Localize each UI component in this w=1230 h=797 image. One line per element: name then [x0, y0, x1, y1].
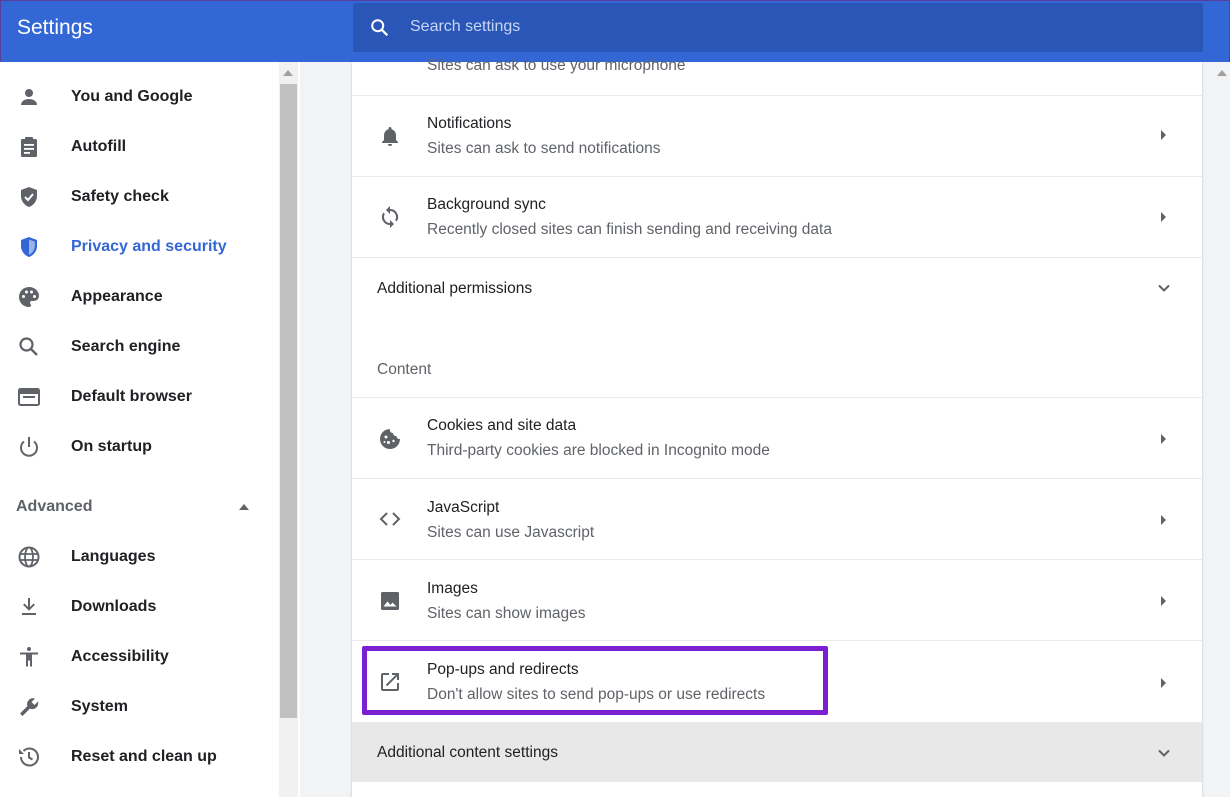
- sidebar-item-autofill[interactable]: Autofill: [0, 122, 278, 172]
- scroll-up-arrow-icon[interactable]: [283, 70, 293, 76]
- chevron-right-icon: [1161, 434, 1166, 444]
- microphone-row[interactable]: Sites can ask to use your microphone: [352, 52, 1202, 95]
- wrench-icon: [20, 698, 39, 716]
- chevron-right-icon: [1161, 596, 1166, 606]
- history-icon: [19, 747, 39, 767]
- row-title: Background sync: [427, 196, 546, 213]
- search-input[interactable]: Search settings: [353, 3, 1203, 52]
- sidebar-item-safety-check[interactable]: Safety check: [0, 172, 278, 222]
- background-sync-row[interactable]: Background sync Recently closed sites ca…: [352, 176, 1202, 257]
- search-icon: [371, 19, 389, 37]
- person-icon: [21, 89, 37, 105]
- chevron-right-icon: [1161, 130, 1166, 140]
- additional-content-settings-row[interactable]: Additional content settings: [352, 722, 1202, 782]
- additional-permissions-row[interactable]: Additional permissions: [352, 257, 1202, 319]
- sidebar-item-label: System: [71, 698, 128, 715]
- sidebar-item-label: Downloads: [71, 598, 157, 615]
- highlight-annotation: [362, 646, 828, 715]
- cookies-row[interactable]: Cookies and site data Third-party cookie…: [352, 397, 1202, 478]
- clipboard-icon: [21, 137, 37, 157]
- sidebar-item-appearance[interactable]: Appearance: [0, 272, 278, 322]
- accessibility-icon: [20, 647, 38, 667]
- row-title: Images: [427, 580, 478, 597]
- images-row[interactable]: Images Sites can show images: [352, 559, 1202, 640]
- sidebar-item-you-and-google[interactable]: You and Google: [0, 72, 278, 122]
- caret-up-icon: [239, 504, 249, 510]
- sidebar-item-label: Default browser: [71, 388, 192, 405]
- row-title: Cookies and site data: [427, 417, 577, 434]
- row-subtitle: Recently closed sites can finish sending…: [427, 221, 832, 238]
- sidebar-item-search-engine[interactable]: Search engine: [0, 322, 278, 372]
- scroll-up-arrow-icon[interactable]: [1217, 70, 1227, 76]
- sidebar-item-label: Languages: [71, 548, 156, 565]
- chevron-right-icon: [1161, 515, 1166, 525]
- shield-icon: [21, 187, 37, 207]
- page-title: Settings: [17, 16, 93, 39]
- sidebar-item-label: Search engine: [71, 338, 181, 355]
- row-subtitle: Third-party cookies are blocked in Incog…: [427, 442, 770, 459]
- sidebar-item-label: Safety check: [71, 188, 169, 205]
- row-subtitle: Sites can use Javascript: [427, 524, 595, 541]
- image-icon: [381, 592, 399, 610]
- sidebar-item-downloads[interactable]: Downloads: [0, 582, 278, 632]
- shield-blue-icon: [21, 237, 37, 257]
- sidebar-item-label: Autofill: [71, 138, 127, 155]
- sidebar-item-privacy-and-security[interactable]: Privacy and security: [0, 222, 278, 272]
- chevron-right-icon: [1161, 678, 1166, 688]
- sidebar-item-label: On startup: [71, 438, 152, 455]
- code-icon: [379, 512, 401, 526]
- advanced-label: Advanced: [16, 498, 93, 515]
- scrollbar-thumb[interactable]: [280, 84, 297, 718]
- page-scrollbar[interactable]: [1213, 62, 1230, 797]
- row-title: JavaScript: [427, 499, 500, 516]
- search-icon: [19, 337, 38, 356]
- power-icon: [20, 437, 38, 457]
- globe-icon: [18, 546, 40, 568]
- sidebar-item-label: Privacy and security: [71, 238, 227, 255]
- sidebar-item-default-browser[interactable]: Default browser: [0, 372, 278, 422]
- browser-icon: [18, 388, 40, 406]
- row-subtitle: Sites can show images: [427, 605, 586, 622]
- row-subtitle: Sites can ask to use your microphone: [427, 57, 686, 74]
- sidebar-item-on-startup[interactable]: On startup: [0, 422, 278, 472]
- palette-icon: [19, 287, 39, 307]
- notifications-row[interactable]: Notifications Sites can ask to send noti…: [352, 95, 1202, 176]
- chevron-right-icon: [1161, 212, 1166, 222]
- cookie-icon: [380, 429, 400, 449]
- bell-icon: [382, 127, 398, 146]
- chevron-down-icon: [1158, 749, 1170, 757]
- row-title: Additional content settings: [377, 744, 558, 761]
- sidebar-item-label: Appearance: [71, 288, 163, 305]
- sidebar: You and Google Autofill Safety check Pri…: [0, 62, 300, 797]
- sidebar-item-system[interactable]: System: [0, 682, 278, 732]
- javascript-row[interactable]: JavaScript Sites can use Javascript: [352, 478, 1202, 559]
- sync-icon: [381, 206, 399, 228]
- download-icon: [22, 598, 36, 615]
- row-subtitle: Sites can ask to send notifications: [427, 140, 661, 157]
- search-placeholder: Search settings: [410, 18, 521, 35]
- chevron-down-icon: [1158, 284, 1170, 292]
- row-title: Notifications: [427, 115, 512, 132]
- sidebar-scrollbar[interactable]: [279, 62, 298, 797]
- row-title: Additional permissions: [377, 280, 533, 297]
- sidebar-item-accessibility[interactable]: Accessibility: [0, 632, 278, 682]
- sidebar-item-label: Reset and clean up: [71, 748, 217, 765]
- advanced-section-toggle[interactable]: Advanced: [0, 482, 278, 532]
- sidebar-item-languages[interactable]: Languages: [0, 532, 278, 582]
- sidebar-item-reset-and-clean-up[interactable]: Reset and clean up: [0, 732, 278, 782]
- content-section-title: Content: [377, 361, 432, 378]
- sidebar-item-label: You and Google: [71, 88, 193, 105]
- sidebar-item-label: Accessibility: [71, 648, 169, 665]
